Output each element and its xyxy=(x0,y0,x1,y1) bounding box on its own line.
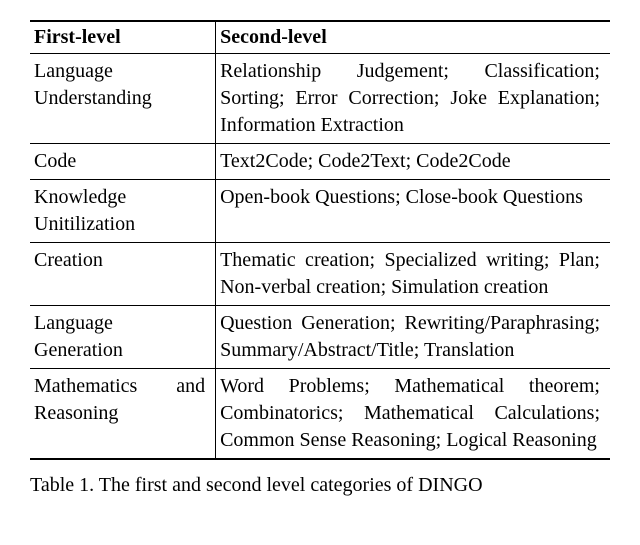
table-row: Mathematics and Reasoning Word Problems;… xyxy=(30,369,610,460)
cell-first-level: Knowledge Unitilization xyxy=(30,180,216,243)
table-row: Code Text2Code; Code2Text; Code2Code xyxy=(30,144,610,180)
header-first-level: First-level xyxy=(30,21,216,54)
cell-second-level: Thematic creation; Specialized writing; … xyxy=(216,243,610,306)
table-row: Language Understanding Relationship Judg… xyxy=(30,54,610,144)
table-row: Knowledge Unitilization Open-book Questi… xyxy=(30,180,610,243)
cell-first-level: Language Understanding xyxy=(30,54,216,144)
cell-first-level: Creation xyxy=(30,243,216,306)
cell-second-level: Word Problems; Mathematical theorem; Com… xyxy=(216,369,610,460)
header-second-level: Second-level xyxy=(216,21,610,54)
cell-first-level: Code xyxy=(30,144,216,180)
cell-first-level: Mathematics and Reasoning xyxy=(30,369,216,460)
categories-table: First-level Second-level Language Unders… xyxy=(30,20,610,460)
cell-second-level: Relationship Judgement; Classification; … xyxy=(216,54,610,144)
table-row: Language Generation Question Generation;… xyxy=(30,306,610,369)
cell-second-level: Question Generation; Rewriting/Paraphras… xyxy=(216,306,610,369)
cell-second-level: Open-book Questions; Close-book Question… xyxy=(216,180,610,243)
cell-first-level: Language Generation xyxy=(30,306,216,369)
table-row: Creation Thematic creation; Specialized … xyxy=(30,243,610,306)
cell-second-level: Text2Code; Code2Text; Code2Code xyxy=(216,144,610,180)
table-caption: Table 1. The first and second level cate… xyxy=(30,474,610,497)
